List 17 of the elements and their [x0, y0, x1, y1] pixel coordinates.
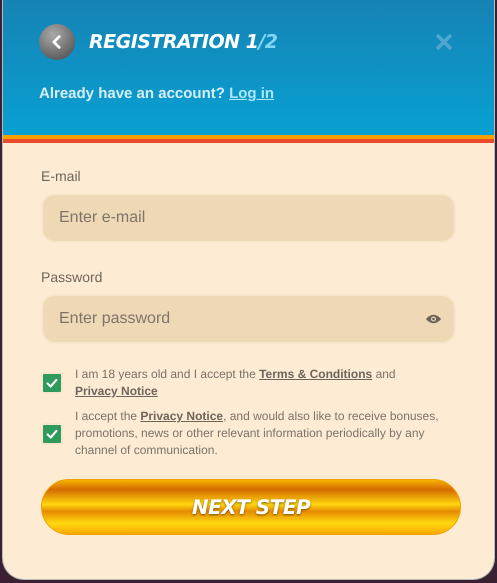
- login-prompt: Already have an account?: [39, 85, 225, 102]
- document-link[interactable]: Terms & Conditions: [259, 367, 372, 381]
- field-label: E-mail: [41, 168, 82, 184]
- back-button[interactable]: [39, 24, 75, 60]
- window-title: REGISTRATION 1/2: [89, 31, 279, 53]
- document-link[interactable]: Privacy Notice: [75, 384, 158, 398]
- checkbox[interactable]: [41, 422, 63, 444]
- check-icon: [45, 376, 59, 390]
- checkbox[interactable]: [41, 372, 63, 394]
- close-icon: [434, 32, 454, 52]
- consent-text: I am 18 years old and I accept the Terms & Conditions and Privacy Notice: [75, 366, 397, 400]
- email-field[interactable]: Enter e-mail: [41, 193, 456, 243]
- password-field[interactable]: Enter password: [41, 294, 456, 344]
- field-label: Password: [41, 269, 104, 285]
- eye-icon[interactable]: [425, 313, 442, 325]
- consent-text: I accept the Privacy Notice, and would also like to receive bonuses, promotions, news or other relevant information periodically by any channel of communication.: [75, 408, 440, 459]
- document-link[interactable]: Privacy Notice: [140, 409, 224, 423]
